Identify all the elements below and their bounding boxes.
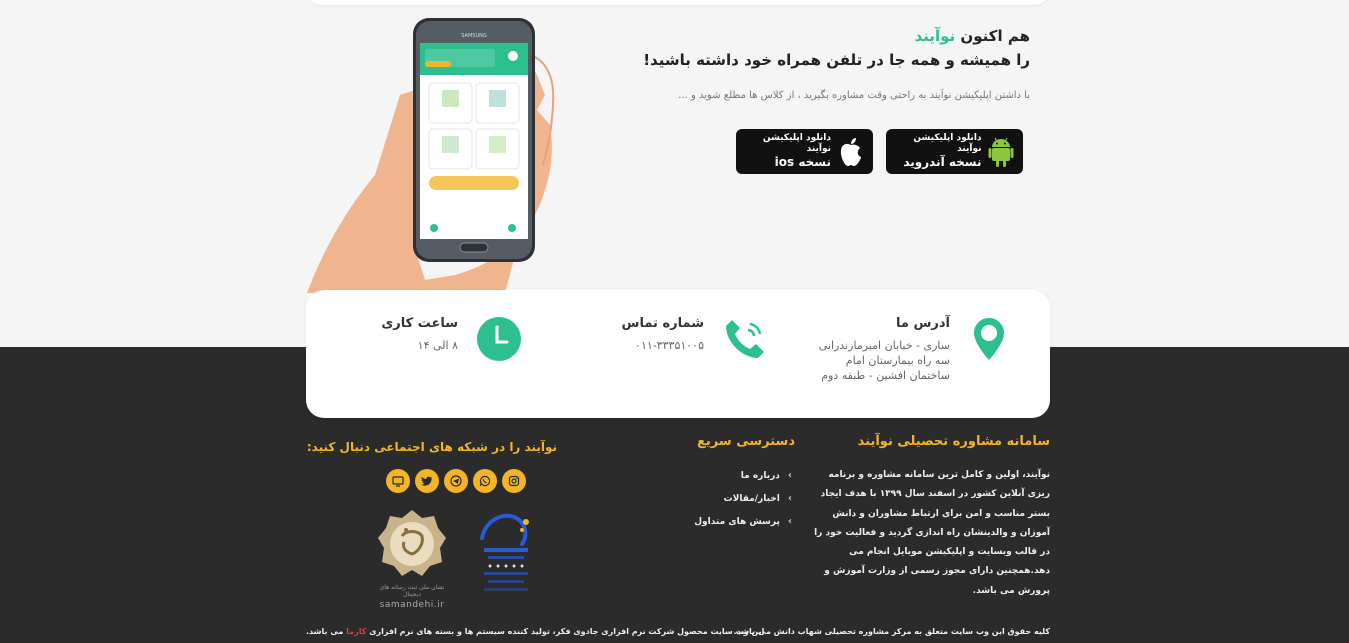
social-icons	[386, 469, 526, 493]
address-title: آدرس ما	[895, 316, 950, 331]
phone-brand-text: SAMSUNG	[461, 33, 487, 39]
android-download-button[interactable]: دانلود اپلیکیشن نوآیند نسخه آندروید	[886, 129, 1023, 174]
apple-icon	[837, 135, 865, 169]
address-block: آدرس ما ساری - خیابان امیرمازندرانی سه ر…	[819, 316, 950, 384]
phone-number[interactable]: ۰۱۱-۳۳۳۵۱۰۰۵	[622, 339, 704, 354]
social-heading: نوآیند را در شبکه های اجتماعی دنبال کنید…	[306, 440, 557, 454]
phone-call-icon	[722, 316, 768, 366]
ios-button-line2: نسخه ios	[774, 155, 831, 170]
promo-title-brand: نوآیند	[914, 27, 956, 45]
promo-title-prefix: هم اکنون	[960, 27, 1030, 45]
hours-block: ساعت کاری ۸ الی ۱۴	[381, 316, 458, 354]
address-line: ساری - خیابان امیرمازندرانی	[818, 339, 950, 352]
credit-prefix: این وب سایت محصول شرکت نرم افزاری جادوی …	[369, 627, 765, 636]
top-card-edge	[306, 0, 1050, 5]
samandehi-subtitle: نشان ملی ثبت رسانه های دیجیتال	[379, 584, 445, 598]
samandehi-badge[interactable]: نشان ملی ثبت رسانه های دیجیتال samandehi…	[372, 508, 452, 610]
aparat-icon[interactable]	[386, 469, 410, 493]
about-text: نوآیند، اولین و کامل ترین سامانه مشاوره …	[814, 470, 1050, 596]
quick-link-faq[interactable]: › پرسش های متداول	[694, 510, 792, 533]
telegram-icon[interactable]	[444, 469, 468, 493]
chevron-left-icon: ›	[787, 492, 792, 504]
instagram-icon[interactable]	[502, 469, 526, 493]
location-pin-icon	[974, 318, 1004, 366]
quick-link-label: اخبار/مقالات	[723, 493, 780, 504]
address-line: سه راه بیمارستان امام	[845, 353, 950, 367]
copyright-text: کلیه حقوق این وب سایت متعلق به مرکز مشاو…	[733, 627, 1050, 636]
chevron-left-icon: ›	[787, 469, 792, 481]
trust-badge-icon[interactable]	[476, 508, 536, 604]
credit-suffix: می باشد.	[306, 627, 344, 636]
quick-link-news[interactable]: › اخبار/مقالات	[694, 487, 792, 510]
quick-links-list: › درباره ما › اخبار/مقالات › پرسش های متداو…	[694, 464, 792, 533]
twitter-icon[interactable]	[415, 469, 439, 493]
contact-card: آدرس ما ساری - خیابان امیرمازندرانی سه ر…	[306, 290, 1050, 418]
android-button-line2: نسخه آندروید	[903, 155, 982, 170]
promo-description: با داشتن اپلیکیشن نوآیند به راحتی وقت مش…	[678, 90, 1030, 101]
phone-block: شماره تماس ۰۱۱-۳۳۳۵۱۰۰۵	[622, 316, 704, 354]
phone-illustration: SAMSUNG	[305, 15, 565, 295]
hours-value: ۸ الی ۱۴	[417, 339, 458, 352]
chevron-left-icon: ›	[787, 515, 792, 527]
hours-title: ساعت کاری	[381, 316, 458, 331]
credit-text: این وب سایت محصول شرکت نرم افزاری جادوی …	[306, 627, 764, 636]
phone-title: شماره تماس	[621, 316, 704, 331]
about-heading: سامانه مشاوره تحصیلی نوآیند	[857, 434, 1050, 449]
address-line: ساختمان افشین - طبقه دوم	[821, 368, 950, 382]
clock-icon	[477, 317, 521, 365]
credit-brand-link[interactable]: کارما	[346, 627, 366, 636]
whatsapp-icon[interactable]	[473, 469, 497, 493]
android-button-line1: دانلود اپلیکیشن نوآیند	[913, 132, 982, 154]
quick-links-heading: دسترسی سریع	[697, 434, 795, 449]
ios-download-button[interactable]: دانلود اپلیکیشن نوآیند نسخه ios	[736, 129, 873, 174]
promo-subtitle: را همیشه و همه جا در تلفن همراه خود داشت…	[643, 51, 1030, 69]
address-lines: ساری - خیابان امیرمازندرانی سه راه بیمار…	[819, 339, 950, 384]
samandehi-seal-icon	[378, 510, 446, 576]
quick-link-label: پرسش های متداول	[694, 516, 780, 527]
quick-link-about[interactable]: › درباره ما	[694, 464, 792, 487]
android-icon	[988, 135, 1015, 169]
promo-title: هم اکنون نوآیند	[915, 27, 1030, 45]
samandehi-caption: samandehi.ir	[379, 600, 445, 610]
ios-button-line1: دانلود اپلیکیشن نوآیند	[762, 132, 831, 154]
quick-link-label: درباره ما	[740, 470, 780, 481]
